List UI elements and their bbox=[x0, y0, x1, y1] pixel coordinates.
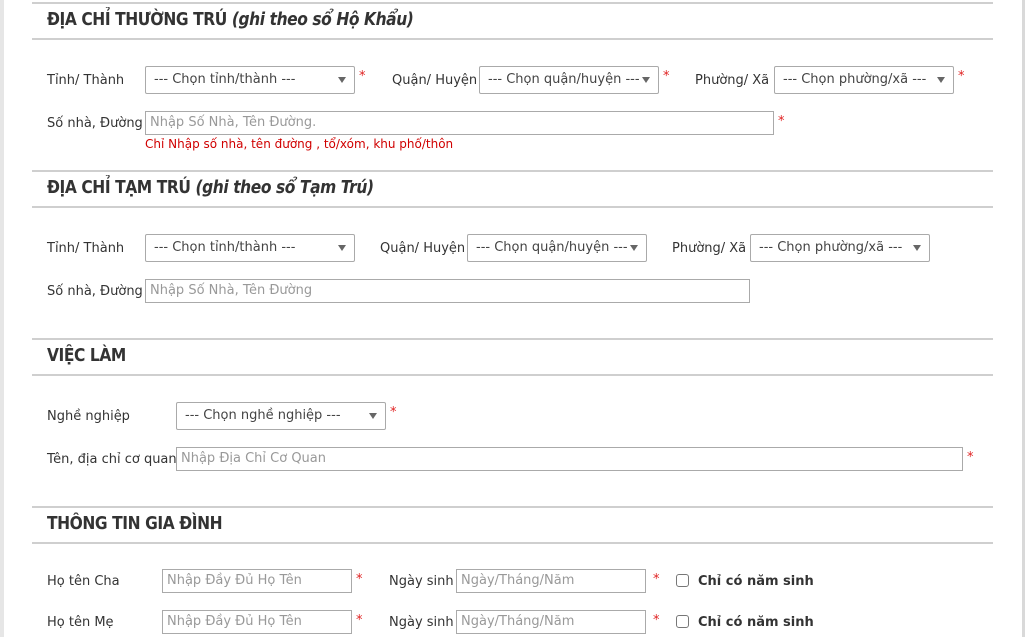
mother-name-placeholder: Nhập Đầy Đủ Họ Tên bbox=[167, 614, 302, 629]
chevron-down-icon bbox=[913, 245, 921, 251]
page-left-border bbox=[0, 0, 4, 637]
permanent-ward-label: Phường/ Xã bbox=[695, 73, 770, 88]
required-mark: * bbox=[359, 69, 366, 84]
mother-dob-input[interactable]: Ngày/Tháng/Năm bbox=[456, 610, 646, 634]
required-mark: * bbox=[778, 114, 785, 129]
section-divider bbox=[32, 38, 993, 40]
occupation-value: --- Chọn nghề nghiệp --- bbox=[185, 408, 341, 423]
father-dob-placeholder: Ngày/Tháng/Năm bbox=[461, 573, 575, 588]
temporary-ward-label: Phường/ Xã bbox=[672, 241, 747, 256]
section-divider bbox=[32, 374, 993, 376]
chevron-down-icon bbox=[338, 245, 346, 251]
chevron-down-icon bbox=[642, 77, 650, 83]
temporary-ward-value: --- Chọn phường/xã --- bbox=[759, 240, 903, 255]
company-address-input[interactable]: Nhập Địa Chỉ Cơ Quan bbox=[176, 447, 963, 471]
mother-year-only-label[interactable]: Chỉ có năm sinh bbox=[698, 615, 814, 630]
required-mark: * bbox=[653, 572, 660, 587]
temporary-address-title-text: ĐỊA CHỈ TẠM TRÚ bbox=[47, 177, 191, 198]
temporary-province-select[interactable]: --- Chọn tỉnh/thành --- bbox=[145, 234, 355, 262]
mother-dob-label: Ngày sinh bbox=[389, 615, 454, 630]
temporary-ward-select[interactable]: --- Chọn phường/xã --- bbox=[750, 234, 930, 262]
temporary-district-value: --- Chọn quận/huyện --- bbox=[476, 240, 628, 255]
permanent-district-label: Quận/ Huyện bbox=[392, 73, 478, 88]
chevron-down-icon bbox=[369, 413, 377, 419]
permanent-street-placeholder: Nhập Số Nhà, Tên Đường. bbox=[150, 115, 317, 130]
temporary-district-label: Quận/ Huyện bbox=[380, 241, 466, 256]
section-divider bbox=[32, 542, 993, 544]
father-dob-label: Ngày sinh bbox=[389, 574, 454, 589]
temporary-province-value: --- Chọn tỉnh/thành --- bbox=[154, 240, 296, 255]
permanent-district-select[interactable]: --- Chọn quận/huyện --- bbox=[479, 66, 659, 94]
permanent-address-title-text: ĐỊA CHỈ THƯỜNG TRÚ bbox=[47, 9, 227, 30]
temporary-province-label: Tỉnh/ Thành bbox=[47, 241, 125, 256]
occupation-select[interactable]: --- Chọn nghề nghiệp --- bbox=[176, 402, 386, 430]
father-name-label: Họ tên Cha bbox=[47, 574, 120, 589]
permanent-province-label: Tỉnh/ Thành bbox=[47, 73, 125, 88]
occupation-label: Nghề nghiệp bbox=[47, 409, 130, 424]
required-mark: * bbox=[967, 450, 974, 465]
required-mark: * bbox=[663, 69, 670, 84]
section-divider bbox=[32, 338, 993, 340]
company-label: Tên, địa chỉ cơ quan bbox=[47, 452, 177, 467]
section-divider bbox=[32, 206, 993, 208]
father-dob-input[interactable]: Ngày/Tháng/Năm bbox=[456, 569, 646, 593]
mother-year-only-checkbox[interactable] bbox=[676, 615, 689, 628]
mother-name-label: Họ tên Mẹ bbox=[47, 615, 114, 630]
required-mark: * bbox=[390, 405, 397, 420]
temporary-street-label: Số nhà, Đường bbox=[47, 284, 143, 299]
required-mark: * bbox=[356, 572, 363, 587]
temporary-street-input[interactable]: Nhập Số Nhà, Tên Đường bbox=[145, 279, 750, 303]
father-name-input[interactable]: Nhập Đầy Đủ Họ Tên bbox=[162, 569, 352, 593]
permanent-district-value: --- Chọn quận/huyện --- bbox=[488, 72, 640, 87]
company-address-placeholder: Nhập Địa Chỉ Cơ Quan bbox=[181, 451, 326, 466]
temporary-district-select[interactable]: --- Chọn quận/huyện --- bbox=[467, 234, 647, 262]
permanent-province-select[interactable]: --- Chọn tỉnh/thành --- bbox=[145, 66, 355, 94]
section-divider bbox=[32, 170, 993, 172]
chevron-down-icon bbox=[338, 77, 346, 83]
father-name-placeholder: Nhập Đầy Đủ Họ Tên bbox=[167, 573, 302, 588]
chevron-down-icon bbox=[630, 245, 638, 251]
family-section-title: THÔNG TIN GIA ĐÌNH bbox=[47, 513, 223, 534]
permanent-ward-value: --- Chọn phường/xã --- bbox=[783, 72, 927, 87]
father-year-only-checkbox[interactable] bbox=[676, 574, 689, 587]
section-divider bbox=[32, 506, 993, 508]
permanent-ward-select[interactable]: --- Chọn phường/xã --- bbox=[774, 66, 954, 94]
permanent-street-label: Số nhà, Đường bbox=[47, 116, 143, 131]
permanent-address-title: ĐỊA CHỈ THƯỜNG TRÚ (ghi theo sổ Hộ Khẩu) bbox=[47, 9, 414, 30]
job-section-title: VIỆC LÀM bbox=[47, 345, 126, 366]
section-divider-top bbox=[32, 2, 993, 4]
permanent-address-hint: (ghi theo sổ Hộ Khẩu) bbox=[231, 9, 414, 30]
permanent-street-hint: Chỉ Nhập số nhà, tên đường , tổ/xóm, khu… bbox=[145, 137, 454, 151]
required-mark: * bbox=[653, 613, 660, 628]
temporary-address-title: ĐỊA CHỈ TẠM TRÚ (ghi theo sổ Tạm Trú) bbox=[47, 177, 374, 198]
required-mark: * bbox=[356, 613, 363, 628]
permanent-street-input[interactable]: Nhập Số Nhà, Tên Đường. bbox=[145, 111, 774, 135]
temporary-address-hint: (ghi theo sổ Tạm Trú) bbox=[195, 177, 374, 198]
mother-name-input[interactable]: Nhập Đầy Đủ Họ Tên bbox=[162, 610, 352, 634]
temporary-street-placeholder: Nhập Số Nhà, Tên Đường bbox=[150, 283, 313, 298]
required-mark: * bbox=[958, 69, 965, 84]
father-year-only-label[interactable]: Chỉ có năm sinh bbox=[698, 574, 814, 589]
chevron-down-icon bbox=[937, 77, 945, 83]
mother-dob-placeholder: Ngày/Tháng/Năm bbox=[461, 614, 575, 629]
permanent-province-value: --- Chọn tỉnh/thành --- bbox=[154, 72, 296, 87]
